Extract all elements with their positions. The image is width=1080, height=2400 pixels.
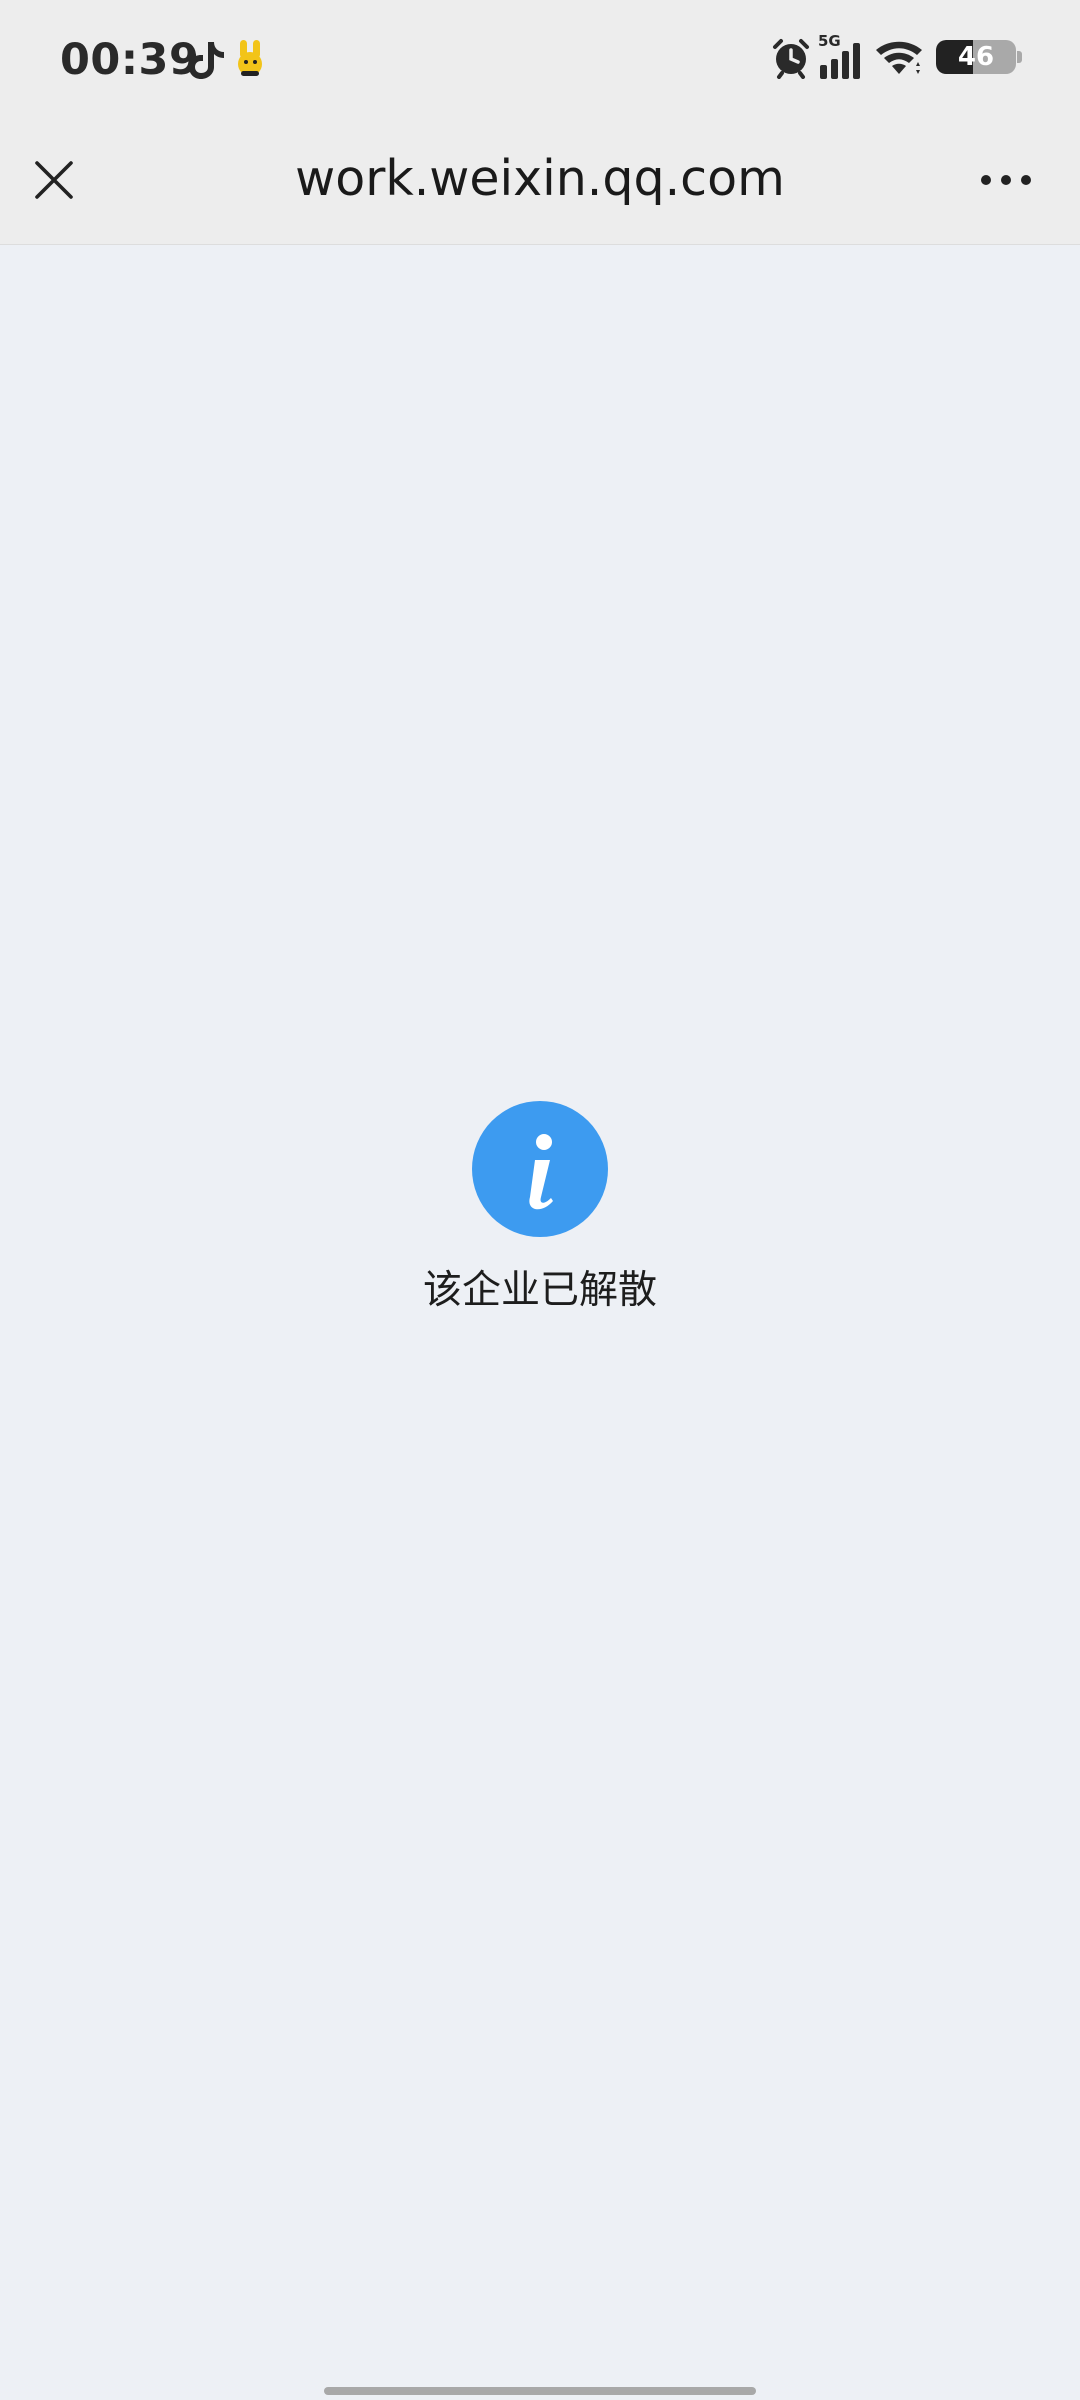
- close-icon: [35, 161, 73, 199]
- more-options-button[interactable]: [968, 148, 1044, 212]
- battery-percent: 46: [957, 42, 995, 72]
- signal-icon: 5G: [818, 33, 864, 81]
- alarm-icon: [770, 37, 812, 79]
- phone-screen: 00:39 5G 46 work.weixin.qq.com 该企业已解散: [0, 0, 1080, 2400]
- info-icon: [472, 1101, 608, 1237]
- browser-header: work.weixin.qq.com: [0, 120, 1080, 245]
- status-bar: 00:39 5G 46: [0, 0, 1080, 120]
- battery-tip: [1017, 51, 1022, 63]
- home-indicator[interactable]: [324, 2387, 756, 2395]
- status-message: 该企业已解散: [422, 1268, 657, 1313]
- battery-body: 46: [936, 40, 1016, 74]
- status-time: 00:39: [60, 35, 200, 85]
- close-button[interactable]: [22, 148, 86, 212]
- page-url-title: work.weixin.qq.com: [295, 150, 785, 207]
- tiktok-icon: [186, 38, 226, 82]
- battery-icon: 46: [936, 40, 1022, 74]
- bunny-app-icon: [232, 38, 272, 78]
- more-dots-icon: [981, 175, 1031, 185]
- main-content: 该企业已解散: [0, 245, 1080, 2400]
- wifi-icon: [874, 38, 924, 78]
